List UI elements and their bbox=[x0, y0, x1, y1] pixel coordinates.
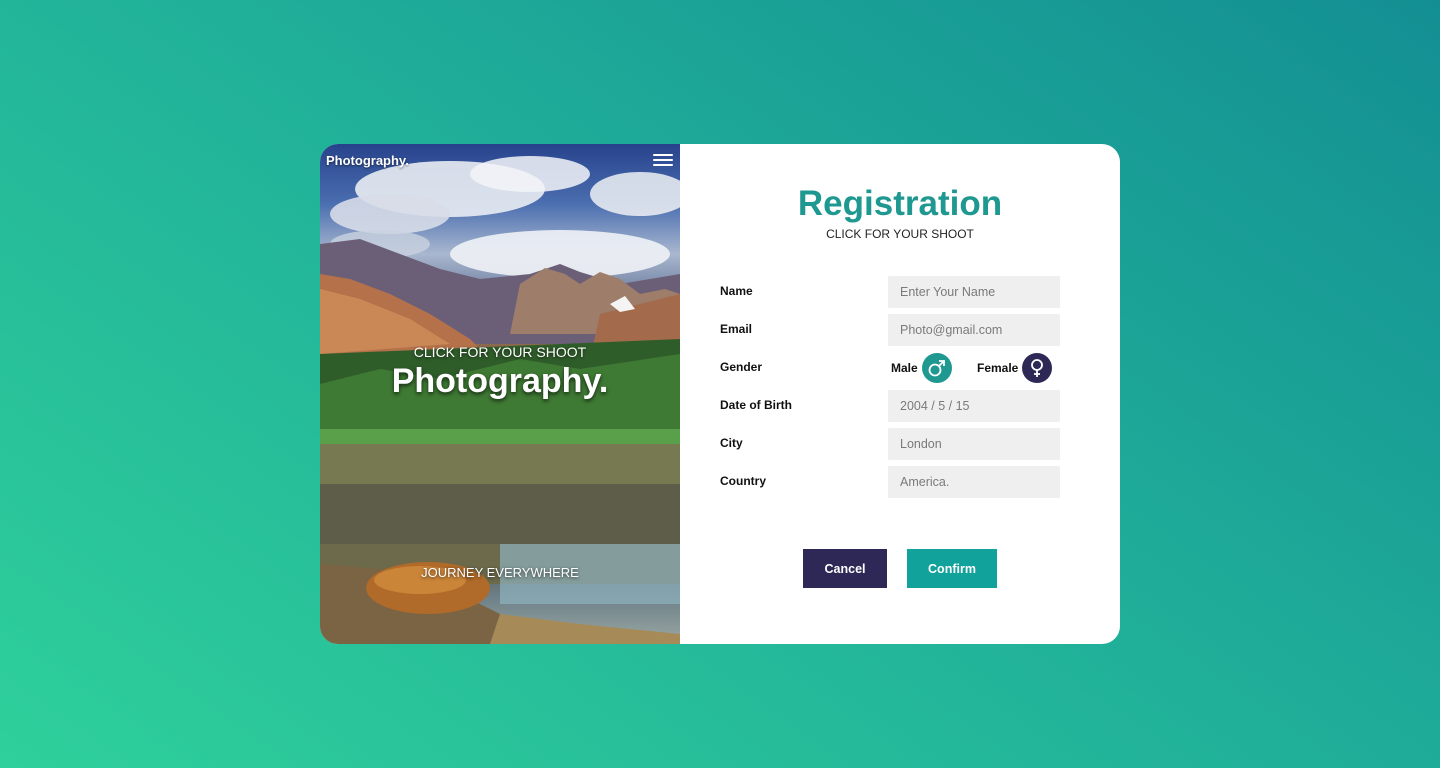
country-row: Country bbox=[720, 466, 1060, 498]
hamburger-menu-icon[interactable] bbox=[653, 154, 673, 168]
female-label: Female bbox=[977, 361, 1019, 375]
photo-panel: Photography. CLICK FOR YOUR SHOOT Photog… bbox=[320, 144, 680, 644]
name-row: Name bbox=[720, 276, 1060, 308]
country-label: Country bbox=[720, 474, 766, 488]
gender-option-female[interactable]: Female bbox=[977, 352, 1053, 384]
female-symbol-icon[interactable] bbox=[1022, 353, 1053, 383]
hero-subtitle[interactable]: CLICK FOR YOUR SHOOT bbox=[320, 344, 680, 360]
gender-label: Gender bbox=[720, 360, 763, 374]
registration-card: Photography. CLICK FOR YOUR SHOOT Photog… bbox=[320, 144, 1120, 644]
dob-row: Date of Birth bbox=[720, 390, 1060, 422]
male-symbol-icon[interactable] bbox=[921, 353, 952, 383]
city-row: City bbox=[720, 428, 1060, 460]
hero-title: Photography. bbox=[391, 362, 609, 400]
name-label: Name bbox=[720, 284, 753, 298]
email-label: Email bbox=[720, 322, 753, 336]
form-subtitle: CLICK FOR YOUR SHOOT bbox=[826, 227, 974, 241]
male-label: Male bbox=[891, 361, 918, 375]
name-input[interactable] bbox=[888, 276, 1060, 308]
brand-logo-text[interactable]: Photography. bbox=[326, 153, 409, 168]
cancel-button[interactable]: Cancel bbox=[803, 549, 887, 588]
dob-label: Date of Birth bbox=[720, 398, 792, 412]
city-input[interactable] bbox=[888, 428, 1060, 460]
email-row: Email bbox=[720, 314, 1060, 346]
country-input[interactable] bbox=[888, 466, 1060, 498]
confirm-button[interactable]: Confirm bbox=[907, 549, 997, 588]
form-title: Registration bbox=[797, 184, 1003, 223]
gender-option-male[interactable]: Male bbox=[891, 352, 952, 384]
city-label: City bbox=[720, 436, 743, 450]
registration-form: Registration CLICK FOR YOUR SHOOT Name E… bbox=[680, 144, 1120, 644]
hero-tagline: JOURNEY EVERYWHERE bbox=[421, 565, 579, 580]
email-input[interactable] bbox=[888, 314, 1060, 346]
dob-input[interactable] bbox=[888, 390, 1060, 422]
gender-row: Gender Male Female bbox=[720, 352, 1060, 384]
